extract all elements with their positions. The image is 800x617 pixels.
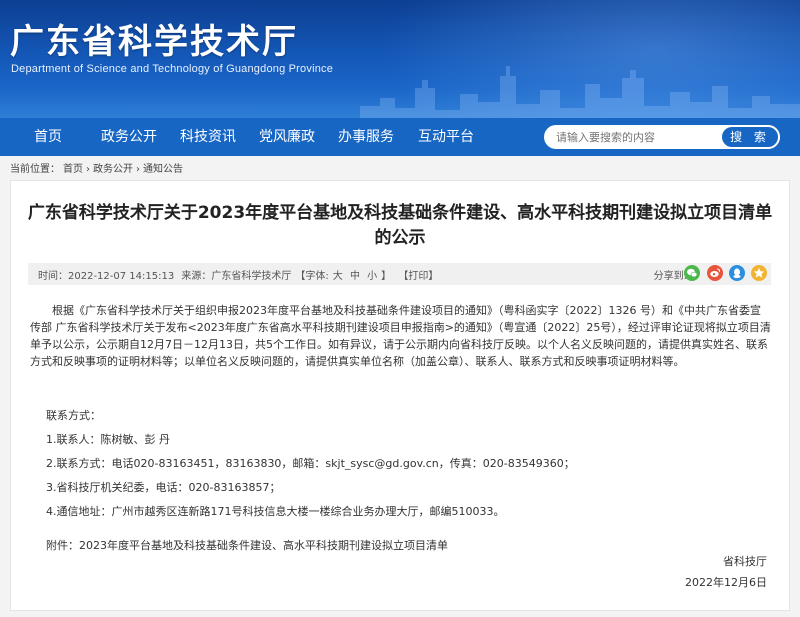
article-source: 来源：广东省科学技术厅 xyxy=(181,271,292,282)
print-link[interactable]: 【打印】 xyxy=(398,271,438,282)
breadcrumb-notices[interactable]: 通知公告 xyxy=(143,164,183,175)
contact-line-4: 4.通信地址：广州市越秀区连新路171号科技信息大楼一楼综合业务办理大厅，邮编5… xyxy=(46,505,505,518)
breadcrumb-gov-affairs[interactable]: 政务公开 xyxy=(93,164,133,175)
weibo-icon[interactable] xyxy=(706,265,723,281)
contact-line-3: 3.省科技厅机关纪委，电话：020-83163857； xyxy=(46,481,281,494)
article-title: 广东省科学技术厅关于2023年度平台基地及科技基础条件建设、高水平科技期刊建设拟… xyxy=(11,201,789,251)
wechat-icon[interactable] xyxy=(684,265,701,281)
search-box: 搜 索 xyxy=(544,125,780,149)
breadcrumb-separator: › xyxy=(136,164,140,175)
article-title-line2: 的公示 xyxy=(374,228,426,248)
article-meta-bar: 时间：2022-12-07 14:15:13 来源：广东省科学技术厅 【字体: 大 … xyxy=(28,263,771,285)
site-title[interactable]: 广东省科学技术厅 xyxy=(10,14,298,63)
signature: 省科技厅 xyxy=(723,555,767,568)
font-size-label-end: 】 xyxy=(381,271,392,282)
city-skyline-image xyxy=(360,66,800,118)
font-size-small[interactable]: 小 xyxy=(367,271,377,282)
signature-date: 2022年12月6日 xyxy=(685,576,767,589)
main-nav: 首页 政务公开 科技资讯 党风廉政 办事服务 互动平台 搜 索 xyxy=(0,118,800,156)
contact-line-1: 1.联系人：陈树敏、彭 丹 xyxy=(46,433,170,446)
site-header-banner: 广东省科学技术厅 Department of Science and Techn… xyxy=(0,0,800,118)
search-input[interactable] xyxy=(544,125,720,149)
contact-title: 联系方式： xyxy=(46,409,101,422)
article-body: 根据《广东省科学技术厅关于组织申报2023年度平台基地及科技基础条件建设项目的通… xyxy=(30,304,771,368)
site-subtitle: Department of Science and Technology of … xyxy=(11,63,334,75)
article-title-line1: 广东省科学技术厅关于2023年度平台基地及科技基础条件建设、高水平科技期刊建设拟… xyxy=(27,203,773,223)
publish-time: 时间：2022-12-07 14:15:13 xyxy=(38,271,175,282)
share-icons xyxy=(681,265,767,281)
breadcrumb-prefix: 当前位置： xyxy=(10,164,60,175)
breadcrumb: 当前位置： 首页 › 政务公开 › 通知公告 xyxy=(10,160,186,175)
contact-line-2: 2.联系方式：电话020-83163451，83163830，邮箱：skjt_s… xyxy=(46,457,575,470)
nav-item-interaction[interactable]: 互动平台 xyxy=(418,118,474,156)
attachment-link[interactable]: 附件：2023年度平台基地及科技基础条件建设、高水平科技期刊建设拟立项目清单 xyxy=(46,537,448,553)
font-size-medium[interactable]: 中 xyxy=(350,271,360,282)
qq-icon[interactable] xyxy=(728,265,745,281)
nav-item-home[interactable]: 首页 xyxy=(34,118,62,156)
nav-item-tech-news[interactable]: 科技资讯 xyxy=(180,118,236,156)
breadcrumb-home[interactable]: 首页 xyxy=(63,164,83,175)
font-size-label: 【字体: xyxy=(295,271,329,282)
nav-item-integrity[interactable]: 党风廉政 xyxy=(259,118,315,156)
article-panel: 广东省科学技术厅关于2023年度平台基地及科技基础条件建设、高水平科技期刊建设拟… xyxy=(10,180,790,611)
nav-item-gov-affairs[interactable]: 政务公开 xyxy=(101,118,157,156)
search-button[interactable]: 搜 索 xyxy=(720,125,780,149)
nav-item-services[interactable]: 办事服务 xyxy=(338,118,394,156)
favorite-star-icon[interactable] xyxy=(751,265,767,281)
breadcrumb-separator: › xyxy=(86,164,90,175)
font-size-large[interactable]: 大 xyxy=(333,271,343,282)
